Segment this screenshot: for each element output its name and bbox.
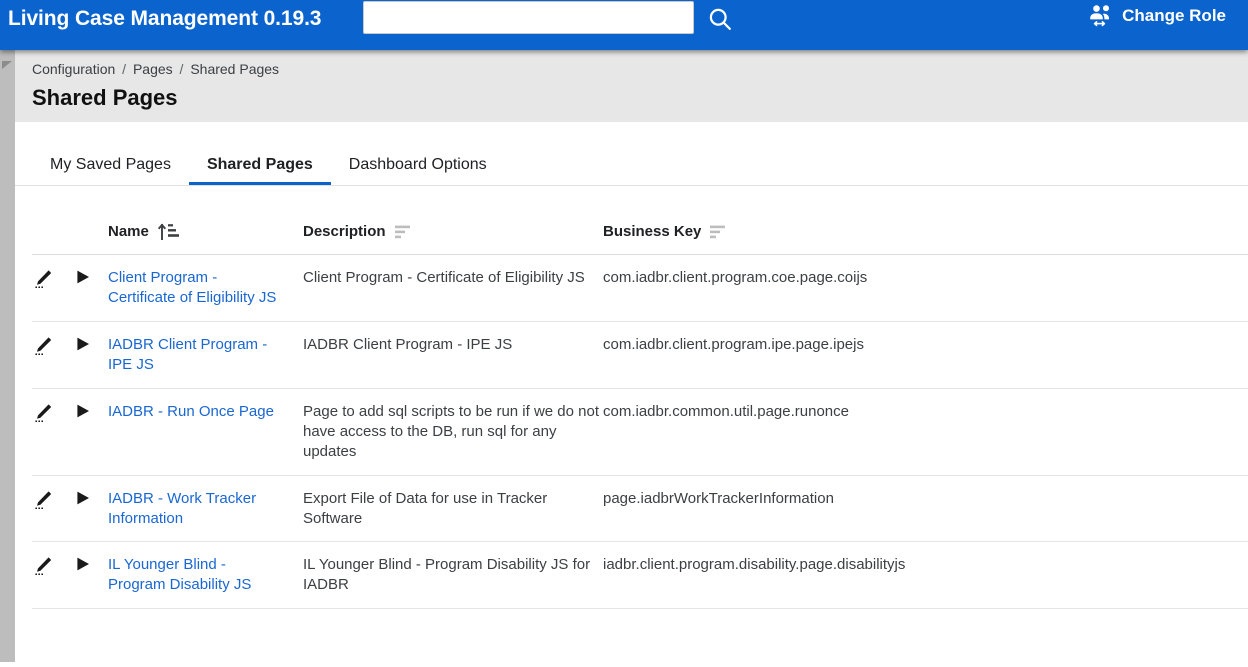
breadcrumb-item-shared-pages[interactable]: Shared Pages: [190, 61, 279, 77]
page-name-link[interactable]: IADBR Client Program - IPE JS: [108, 335, 303, 375]
change-role-button[interactable]: Change Role: [1087, 4, 1226, 28]
cell-name: IADBR - Work Tracker Information: [108, 475, 303, 543]
cell-description: Page to add sql scripts to be run if we …: [303, 388, 603, 476]
run-row-button[interactable]: [74, 489, 92, 507]
run-row-button[interactable]: [74, 555, 92, 573]
play-triangle-icon: [77, 337, 89, 351]
collapse-arrow-icon: [2, 61, 12, 69]
edit-row-button[interactable]: [32, 402, 54, 424]
tab-dashboard-options[interactable]: Dashboard Options: [331, 157, 505, 185]
play-triangle-icon: [77, 558, 89, 571]
table-header-row: Name Description Business Key: [32, 222, 1248, 255]
app-title: Living Case Management 0.19.3: [8, 7, 322, 30]
cell-business-key: com.iadbr.client.program.coe.page.coijs: [603, 254, 1248, 322]
cell-business-key: com.iadbr.common.util.page.runonce: [603, 388, 1248, 476]
page-name-link[interactable]: IADBR - Work Tracker Information: [108, 489, 303, 529]
column-header-business-key-label: Business Key: [603, 223, 702, 240]
page-title: Shared Pages: [32, 84, 178, 110]
cell-edit: [32, 541, 74, 610]
sort-ascending-icon[interactable]: [157, 222, 180, 240]
edit-row-button[interactable]: [32, 555, 54, 577]
page-name-link[interactable]: IL Younger Blind - Program Disability JS: [108, 555, 303, 595]
cell-business-key: iadbr.client.program.disability.page.dis…: [603, 541, 1248, 610]
sidebar-collapsed-rail[interactable]: [0, 50, 15, 662]
change-role-label: Change Role: [1122, 6, 1226, 25]
breadcrumb-separator: /: [179, 61, 184, 77]
cell-edit: [32, 321, 74, 389]
cell-edit: [32, 254, 74, 322]
cell-name: IADBR - Run Once Page: [108, 388, 303, 476]
page-header-band: Configuration / Pages / Shared Pages Sha…: [0, 50, 1248, 662]
cell-description: Client Program - Certificate of Eligibil…: [303, 254, 603, 322]
cell-run: [74, 388, 108, 476]
cell-run: [74, 321, 108, 389]
sort-icon[interactable]: [710, 224, 731, 240]
cell-description: IADBR Client Program - IPE JS: [303, 321, 603, 389]
pencil-icon: [35, 404, 52, 422]
cell-business-key: page.iadbrWorkTrackerInformation: [603, 475, 1248, 543]
breadcrumb-item-configuration[interactable]: Configuration: [32, 61, 115, 77]
column-header-run: [74, 222, 108, 255]
tab-bar: My Saved Pages Shared Pages Dashboard Op…: [15, 122, 1248, 186]
search-button[interactable]: [706, 5, 734, 33]
pencil-icon: [35, 557, 52, 576]
change-role-people-icon: [1090, 5, 1110, 27]
cell-name: IADBR Client Program - IPE JS: [108, 321, 303, 389]
column-header-description-label: Description: [303, 223, 386, 240]
sidebar-toggle-button[interactable]: [0, 58, 15, 72]
cell-name: IL Younger Blind - Program Disability JS: [108, 541, 303, 610]
table-body: Client Program - Certificate of Eligibil…: [32, 254, 1248, 610]
pencil-icon: [35, 270, 52, 288]
cell-business-key: com.iadbr.client.program.ipe.page.ipejs: [603, 321, 1248, 389]
column-header-edit: [32, 222, 74, 255]
cell-edit: [32, 388, 74, 476]
table-row: Client Program - Certificate of Eligibil…: [32, 254, 1248, 322]
cell-description: IL Younger Blind - Program Disability JS…: [303, 541, 603, 610]
global-search-container: [363, 1, 694, 34]
column-header-description[interactable]: Description: [303, 222, 603, 255]
pencil-icon: [35, 490, 52, 509]
breadcrumb-separator: /: [122, 61, 127, 77]
tab-my-saved-pages[interactable]: My Saved Pages: [32, 157, 189, 185]
tab-shared-pages[interactable]: Shared Pages: [188, 157, 331, 185]
run-row-button[interactable]: [74, 268, 92, 286]
table-row: IL Younger Blind - Program Disability JS…: [32, 541, 1248, 610]
column-header-name-label: Name: [108, 222, 149, 240]
edit-row-button[interactable]: [32, 335, 54, 357]
main-content: My Saved Pages Shared Pages Dashboard Op…: [0, 122, 1248, 667]
search-input[interactable]: [363, 1, 694, 34]
cell-run: [74, 475, 108, 543]
run-row-button[interactable]: [74, 402, 92, 420]
sort-icon[interactable]: [394, 224, 416, 240]
table-row: IADBR Client Program - IPE JS IADBR Clie…: [32, 321, 1248, 389]
play-triangle-icon: [77, 491, 89, 504]
breadcrumb: Configuration / Pages / Shared Pages: [32, 50, 1248, 78]
shared-pages-table-container: Name Description Business Key Client Pro…: [15, 222, 1248, 610]
table-row: IADBR - Run Once Page Page to add sql sc…: [32, 388, 1248, 476]
play-triangle-icon: [77, 404, 89, 418]
edit-row-button[interactable]: [32, 268, 54, 290]
pencil-icon: [35, 337, 52, 355]
search-icon: [709, 8, 731, 30]
run-row-button[interactable]: [74, 335, 92, 353]
cell-edit: [32, 475, 74, 543]
page-name-link[interactable]: Client Program - Certificate of Eligibil…: [108, 268, 303, 308]
table-row: IADBR - Work Tracker Information Export …: [32, 475, 1248, 543]
cell-run: [74, 541, 108, 610]
breadcrumb-item-pages[interactable]: Pages: [133, 61, 173, 77]
cell-run: [74, 254, 108, 322]
column-header-name[interactable]: Name: [108, 222, 303, 255]
cell-name: Client Program - Certificate of Eligibil…: [108, 254, 303, 322]
edit-row-button[interactable]: [32, 489, 54, 511]
column-header-business-key[interactable]: Business Key: [603, 222, 1248, 255]
app-header: Living Case Management 0.19.3 Change Rol…: [0, 0, 1248, 50]
shared-pages-table: Name Description Business Key Client Pro…: [32, 222, 1248, 610]
cell-description: Export File of Data for use in Tracker S…: [303, 475, 603, 543]
play-triangle-icon: [77, 270, 89, 284]
page-name-link[interactable]: IADBR - Run Once Page: [108, 402, 292, 422]
